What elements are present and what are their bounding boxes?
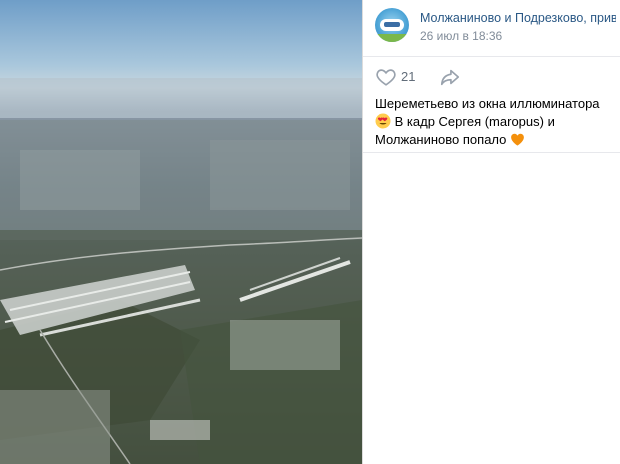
header-divider <box>363 56 620 57</box>
post-text-part1: Шереметьево из окна иллюминатора <box>375 96 600 111</box>
post-photo[interactable] <box>0 0 362 464</box>
post-text: Шереметьево из окна иллюминатора В кадр … <box>375 95 613 149</box>
post-text-part2: В кадр Сергея (maropus) и Молжаниново по… <box>375 114 555 147</box>
aerial-landscape <box>0 78 362 464</box>
orange-heart-icon <box>511 133 524 146</box>
text-divider <box>363 152 620 153</box>
share-button[interactable] <box>439 66 461 88</box>
community-title[interactable]: Молжаниново и Подрезково, прив... <box>420 11 616 25</box>
share-arrow-icon <box>440 69 460 86</box>
community-avatar[interactable] <box>375 8 409 42</box>
post-date[interactable]: 26 июл в 18:36 <box>420 29 502 43</box>
like-button[interactable] <box>375 66 397 88</box>
like-count: 21 <box>401 69 416 84</box>
post-sidebar: Молжаниново и Подрезково, прив... 26 июл… <box>363 0 620 464</box>
heart-eyes-emoji-icon <box>375 113 391 129</box>
post-header: Молжаниново и Подрезково, прив... 26 июл… <box>363 0 620 56</box>
heart-icon <box>376 69 396 86</box>
